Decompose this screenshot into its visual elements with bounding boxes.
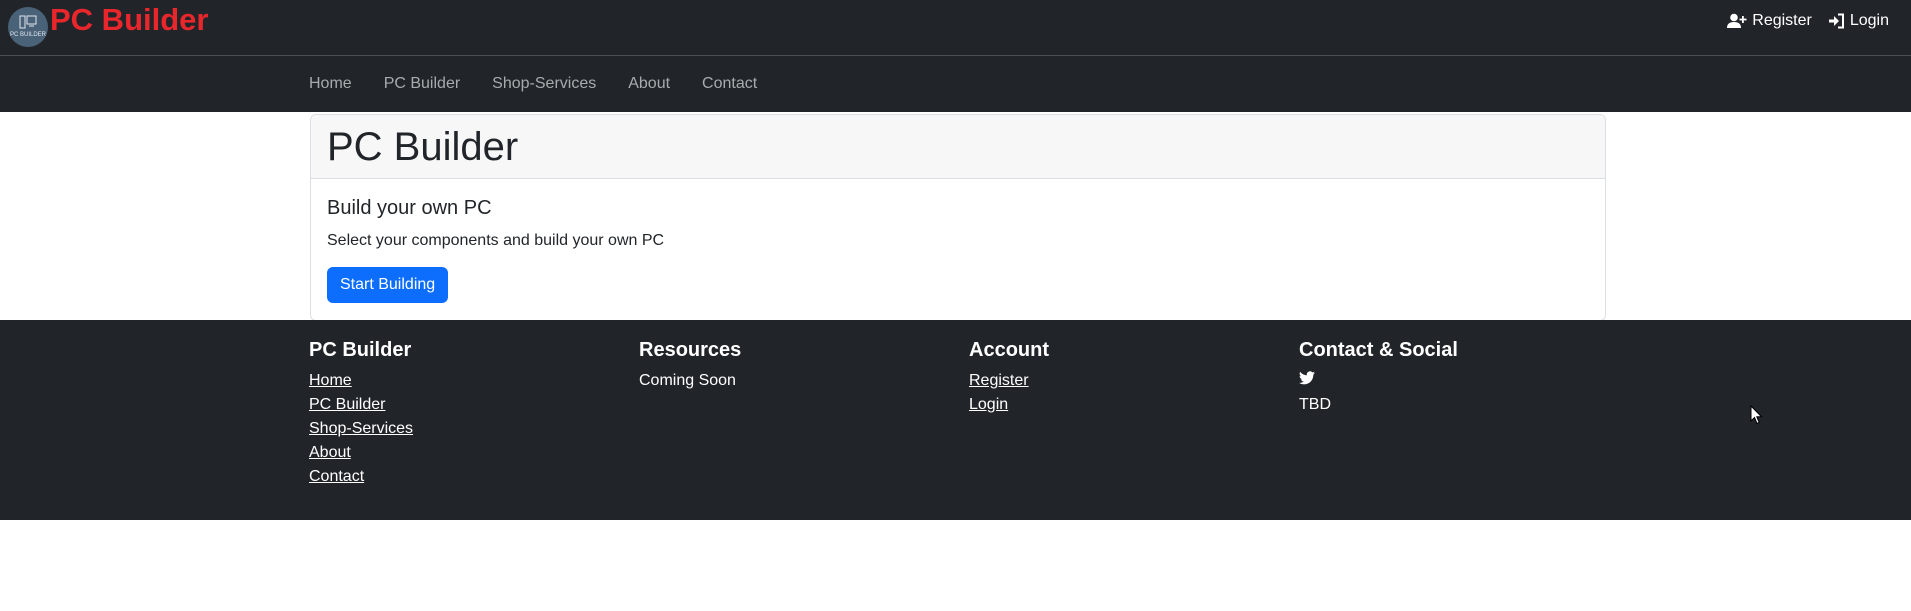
card-header: PC Builder [311, 115, 1605, 179]
pc-builder-card: PC Builder Build your own PC Select your… [310, 114, 1606, 321]
footer-heading: Resources [639, 339, 742, 361]
brand-title[interactable]: PC Builder [50, 2, 208, 38]
footer-link-register[interactable]: Register [969, 369, 1049, 393]
footer-link-login[interactable]: Login [969, 393, 1049, 417]
nav-menu: Home PC Builder Shop-Services About Cont… [309, 56, 789, 112]
sign-in-icon [1828, 13, 1844, 29]
register-link[interactable]: Register [1727, 12, 1812, 30]
footer-link-shop-services[interactable]: Shop-Services [309, 417, 413, 441]
footer-link-contact[interactable]: Contact [309, 465, 413, 489]
nav-item-pc-builder[interactable]: PC Builder [384, 75, 460, 93]
footer-heading: Contact & Social [1299, 339, 1458, 361]
nav-item-shop-services[interactable]: Shop-Services [492, 75, 596, 93]
logo-image[interactable]: PC BUILDER [8, 7, 48, 47]
pc-logo-icon [19, 15, 37, 29]
logo-text: PC BUILDER [9, 32, 46, 38]
footer-col-pc-builder: PC Builder Home PC Builder Shop-Services… [309, 339, 413, 489]
user-plus-icon [1727, 13, 1747, 28]
nav-item-home[interactable]: Home [309, 75, 352, 93]
top-header: PC BUILDER PC Builder Register Login [0, 0, 1911, 56]
footer-col-contact-social: Contact & Social TBD [1299, 339, 1458, 417]
login-link[interactable]: Login [1828, 12, 1889, 30]
card-text: Select your components and build your ow… [327, 232, 665, 249]
start-building-button[interactable]: Start Building [327, 267, 449, 303]
navbar: Home PC Builder Shop-Services About Cont… [0, 56, 1911, 112]
footer-heading: PC Builder [309, 339, 412, 361]
page-title: PC Builder [327, 125, 519, 169]
twitter-icon [1299, 371, 1315, 385]
footer-col-account: Account Register Login [969, 339, 1049, 417]
card-title: Build your own PC [327, 197, 492, 219]
footer-resources-text: Coming Soon [639, 372, 736, 389]
footer: PC Builder Home PC Builder Shop-Services… [0, 320, 1911, 520]
footer-heading: Account [969, 339, 1049, 361]
footer-contact-text: TBD [1299, 396, 1331, 413]
nav-item-contact[interactable]: Contact [702, 75, 757, 93]
footer-link-about[interactable]: About [309, 441, 413, 465]
nav-item-about[interactable]: About [628, 75, 670, 93]
twitter-link[interactable] [1299, 369, 1458, 393]
footer-col-resources: Resources Coming Soon [639, 339, 741, 393]
top-actions: Register Login [1727, 12, 1889, 30]
footer-link-pc-builder[interactable]: PC Builder [309, 393, 413, 417]
register-label: Register [1752, 12, 1812, 29]
card-body: Build your own PC Select your components… [311, 179, 1605, 320]
mouse-cursor-icon [1750, 405, 1763, 425]
login-label: Login [1849, 12, 1889, 29]
footer-link-home[interactable]: Home [309, 369, 413, 393]
